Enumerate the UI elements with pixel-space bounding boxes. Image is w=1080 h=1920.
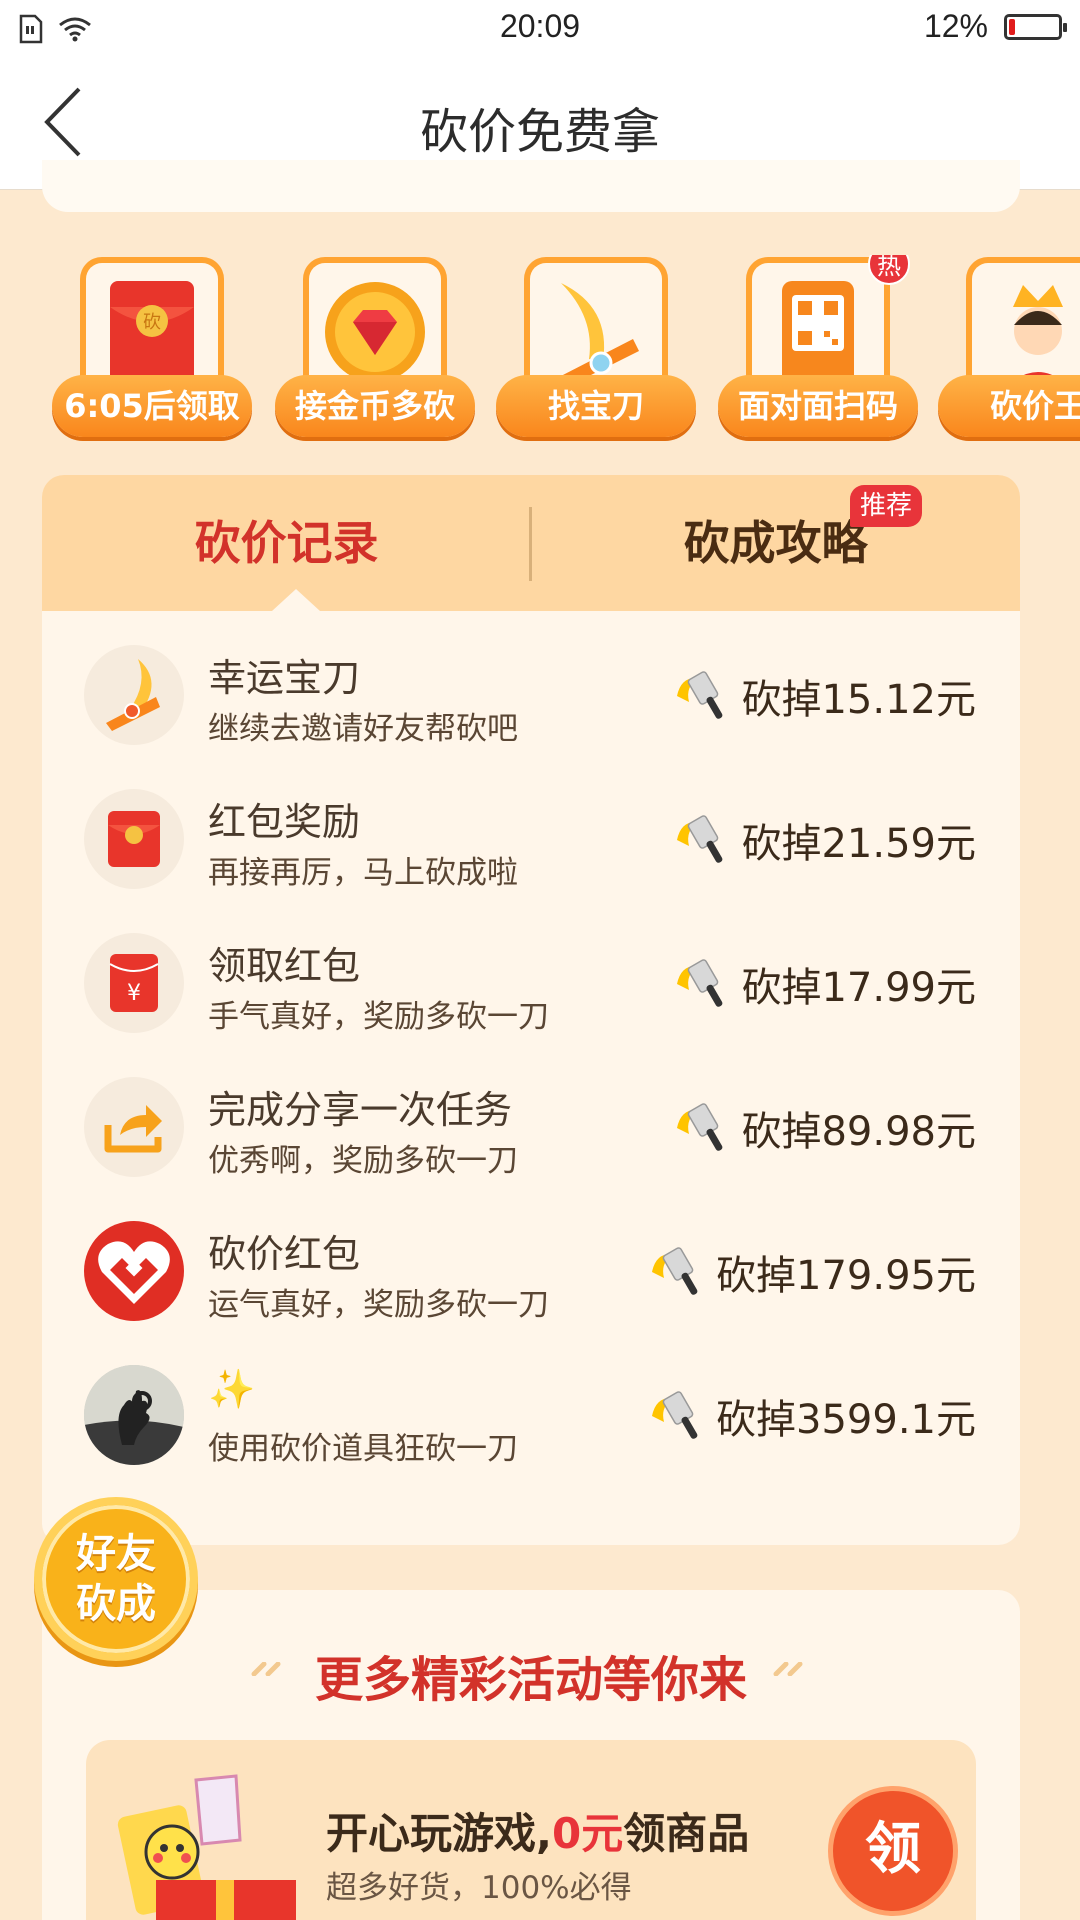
record-subtitle: 再接再厉，马上砍成啦: [208, 855, 518, 891]
cleaver-icon: [677, 671, 723, 719]
gift-box-icon: [117, 1774, 296, 1920]
friend-bargain-button[interactable]: 好友 砍成: [34, 1497, 198, 1661]
record-subtitle: 优秀啊，奖励多砍一刀: [208, 1143, 518, 1179]
shortcut-row: 砍 6:05后领取 接金币多砍 找宝刀 面对面扫码 热 砍价王: [0, 255, 1080, 445]
cleaver-icon: [677, 815, 723, 863]
share-icon: [84, 1077, 184, 1177]
cleaver-icon: [652, 1391, 698, 1439]
shortcut-tile: [524, 257, 668, 393]
page-title: 砍价免费拿: [419, 104, 660, 160]
top-card-edge: [42, 160, 1020, 212]
records-list: 幸运宝刀 继续去邀请好友帮砍吧 砍掉15.12元 红包奖励 再接再厉，马上砍成啦…: [42, 645, 1020, 1509]
record-title: 完成分享一次任务: [208, 1088, 513, 1132]
record-title: 砍价红包: [208, 1232, 361, 1276]
shortcut-claim[interactable]: 砍 6:05后领取: [52, 255, 252, 440]
shortcut-label: 6:05后领取: [52, 375, 252, 437]
promo-title-b: 领商品: [623, 1809, 750, 1858]
record-amount: 砍掉15.12元: [671, 667, 976, 725]
decoration-slashes-icon: [773, 1662, 803, 1676]
gold-coin-icon: [325, 282, 425, 382]
battery-level: [1009, 18, 1015, 35]
tab-bargain-guide[interactable]: 砍成攻略: [531, 475, 1020, 611]
battery-icon: [1004, 13, 1067, 40]
shortcut-coins[interactable]: 接金币多砍: [275, 255, 475, 440]
heart-logo-icon: [84, 1221, 184, 1321]
list-item: ✨ 使用砍价道具狂砍一刀 砍掉3599.1元: [42, 1365, 1020, 1509]
record-amount-text: 砍掉3599.1元: [716, 1397, 976, 1443]
record-amount-text: 砍掉15.12元: [741, 677, 976, 723]
promo-subtitle: 超多好货，100%必得: [326, 1870, 632, 1906]
game-promo-banner[interactable]: 开心玩游戏,0元领商品 超多好货，100%必得 领: [86, 1740, 976, 1920]
record-title: 幸运宝刀: [208, 656, 361, 700]
lucky-knife-icon: [84, 645, 184, 745]
status-bar: 20:09 12%: [0, 0, 1080, 56]
record-amount-text: 砍掉89.98元: [741, 1109, 976, 1155]
cleaver-icon: [677, 959, 723, 1007]
shortcut-king[interactable]: 砍价王: [938, 255, 1080, 440]
record-title: 领取红包: [208, 944, 361, 988]
svg-text:¥: ¥: [127, 981, 141, 1006]
yuan-envelope-icon: ¥: [84, 933, 184, 1033]
promo-title-a: 开心玩游戏,: [326, 1809, 552, 1858]
qr-phone-icon: [782, 281, 854, 389]
list-item: ¥ 领取红包 手气真好，奖励多砍一刀 砍掉17.99元: [42, 933, 1020, 1077]
record-amount: 砍掉21.59元: [671, 811, 976, 869]
record-amount: 砍掉3599.1元: [646, 1387, 976, 1445]
float-button-line2: 砍成: [76, 1581, 156, 1627]
claim-button[interactable]: 领: [828, 1786, 958, 1916]
status-icons-right: 12%: [923, 8, 1067, 45]
svg-text:砍: 砍: [143, 312, 161, 333]
shortcut-tile: [303, 257, 447, 393]
shortcut-find-knife[interactable]: 找宝刀: [496, 255, 696, 440]
record-amount: 砍掉17.99元: [671, 955, 976, 1013]
list-item: 砍价红包 运气真好，奖励多砍一刀 砍掉179.95元: [42, 1221, 1020, 1365]
battery-percent: 12%: [923, 8, 988, 44]
record-amount-text: 砍掉21.59元: [741, 821, 976, 867]
shortcut-tile: [746, 257, 890, 393]
recommend-badge: 推荐: [850, 485, 923, 527]
user-avatar-icon: [84, 1365, 184, 1465]
more-activities-card: 更多精彩活动等你来 开心玩游戏,0元领商品 超多好货，100%必得 领: [42, 1590, 1020, 1920]
record-amount: 砍掉89.98元: [671, 1099, 976, 1157]
float-button-line1: 好友: [76, 1531, 156, 1577]
record-amount-text: 砍掉179.95元: [716, 1253, 976, 1299]
shortcut-label: 接金币多砍: [275, 375, 475, 437]
shortcut-label: 找宝刀: [496, 375, 696, 437]
promo-title-zero: 0元: [551, 1809, 624, 1858]
shortcut-scan[interactable]: 面对面扫码 热: [718, 255, 918, 440]
shortcut-tile: 砍: [80, 257, 224, 393]
record-amount: 砍掉179.95元: [646, 1243, 976, 1301]
shortcut-label: 砍价王: [938, 375, 1080, 437]
promo-title: 开心玩游戏,0元领商品: [326, 1800, 749, 1861]
cleaver-icon: [652, 1247, 698, 1295]
red-envelope-icon: 砍: [110, 281, 194, 387]
cleaver-icon: [677, 1103, 723, 1151]
record-title: 红包奖励: [208, 800, 361, 844]
red-envelope-icon: [84, 789, 184, 889]
record-subtitle: 继续去邀请好友帮砍吧: [208, 711, 518, 747]
tab-bar: 砍价记录 砍成攻略 推荐: [42, 475, 1020, 611]
more-activities-title: 更多精彩活动等你来: [314, 1652, 747, 1708]
record-subtitle: 手气真好，奖励多砍一刀: [208, 999, 549, 1035]
list-item: 完成分享一次任务 优秀啊，奖励多砍一刀 砍掉89.98元: [42, 1077, 1020, 1221]
record-subtitle: 使用砍价道具狂砍一刀: [208, 1431, 518, 1467]
status-time: 20:09: [499, 8, 581, 44]
shortcut-tile: [966, 257, 1080, 393]
list-item: 幸运宝刀 继续去邀请好友帮砍吧 砍掉15.12元: [42, 645, 1020, 789]
shortcut-label: 面对面扫码: [718, 375, 918, 437]
bargain-records-card: 砍价记录 砍成攻略 推荐 幸运宝刀 继续去邀请好友帮砍吧 砍掉15.12元 红包…: [42, 475, 1020, 1545]
list-item: 红包奖励 再接再厉，马上砍成啦 砍掉21.59元: [42, 789, 1020, 933]
record-amount-text: 砍掉17.99元: [741, 965, 976, 1011]
record-title: ✨: [208, 1367, 256, 1411]
active-tab-pointer: [272, 589, 320, 611]
record-subtitle: 运气真好，奖励多砍一刀: [208, 1287, 549, 1323]
